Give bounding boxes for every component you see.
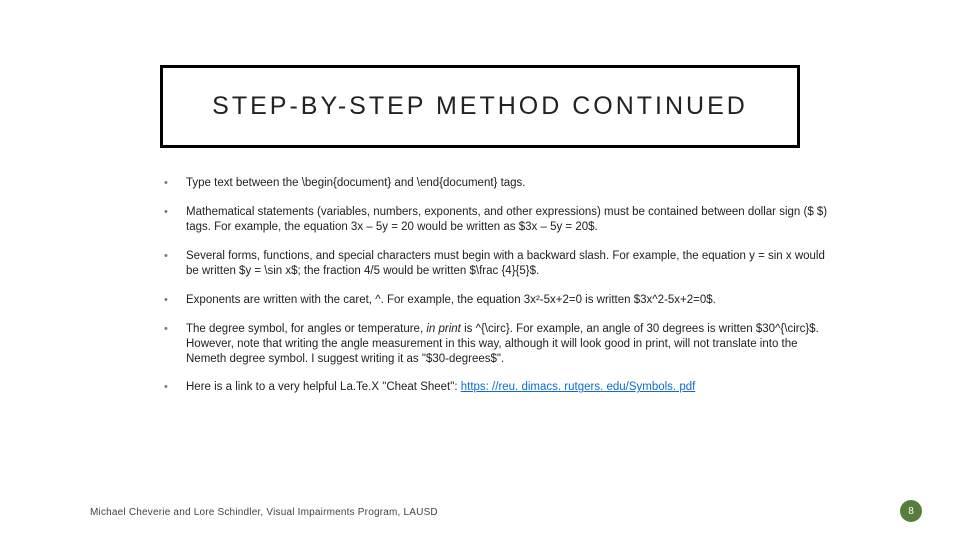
title-box: STEP-BY-STEP METHOD CONTINUED xyxy=(160,65,800,148)
footer-text: Michael Cheverie and Lore Schindler, Vis… xyxy=(90,507,438,518)
list-item: The degree symbol, for angles or tempera… xyxy=(164,322,830,367)
slide: STEP-BY-STEP METHOD CONTINUED Type text … xyxy=(0,0,960,540)
list-item: Exponents are written with the caret, ^.… xyxy=(164,293,830,308)
page-number-badge: 8 xyxy=(900,500,922,522)
bullet-text: Several forms, functions, and special ch… xyxy=(186,250,825,277)
cheat-sheet-link[interactable]: https: //reu. dimacs. rutgers. edu/Symbo… xyxy=(461,381,696,393)
slide-title: STEP-BY-STEP METHOD CONTINUED xyxy=(195,92,765,121)
bullet-text: Exponents are written with the caret, ^.… xyxy=(186,294,716,306)
bullet-text: Type text between the \begin{document} a… xyxy=(186,177,526,189)
bullet-list: Type text between the \begin{document} a… xyxy=(164,176,830,395)
bullet-text-prefix: Here is a link to a very helpful La.Te.X… xyxy=(186,381,461,393)
list-item: Mathematical statements (variables, numb… xyxy=(164,205,830,235)
list-item: Several forms, functions, and special ch… xyxy=(164,249,830,279)
bullet-text-prefix: The degree symbol, for angles or tempera… xyxy=(186,323,426,335)
bullet-text-italic: in print xyxy=(426,323,461,335)
list-item: Type text between the \begin{document} a… xyxy=(164,176,830,191)
page-number: 8 xyxy=(908,506,914,517)
bullet-text: Mathematical statements (variables, numb… xyxy=(186,206,827,233)
list-item: Here is a link to a very helpful La.Te.X… xyxy=(164,380,830,395)
